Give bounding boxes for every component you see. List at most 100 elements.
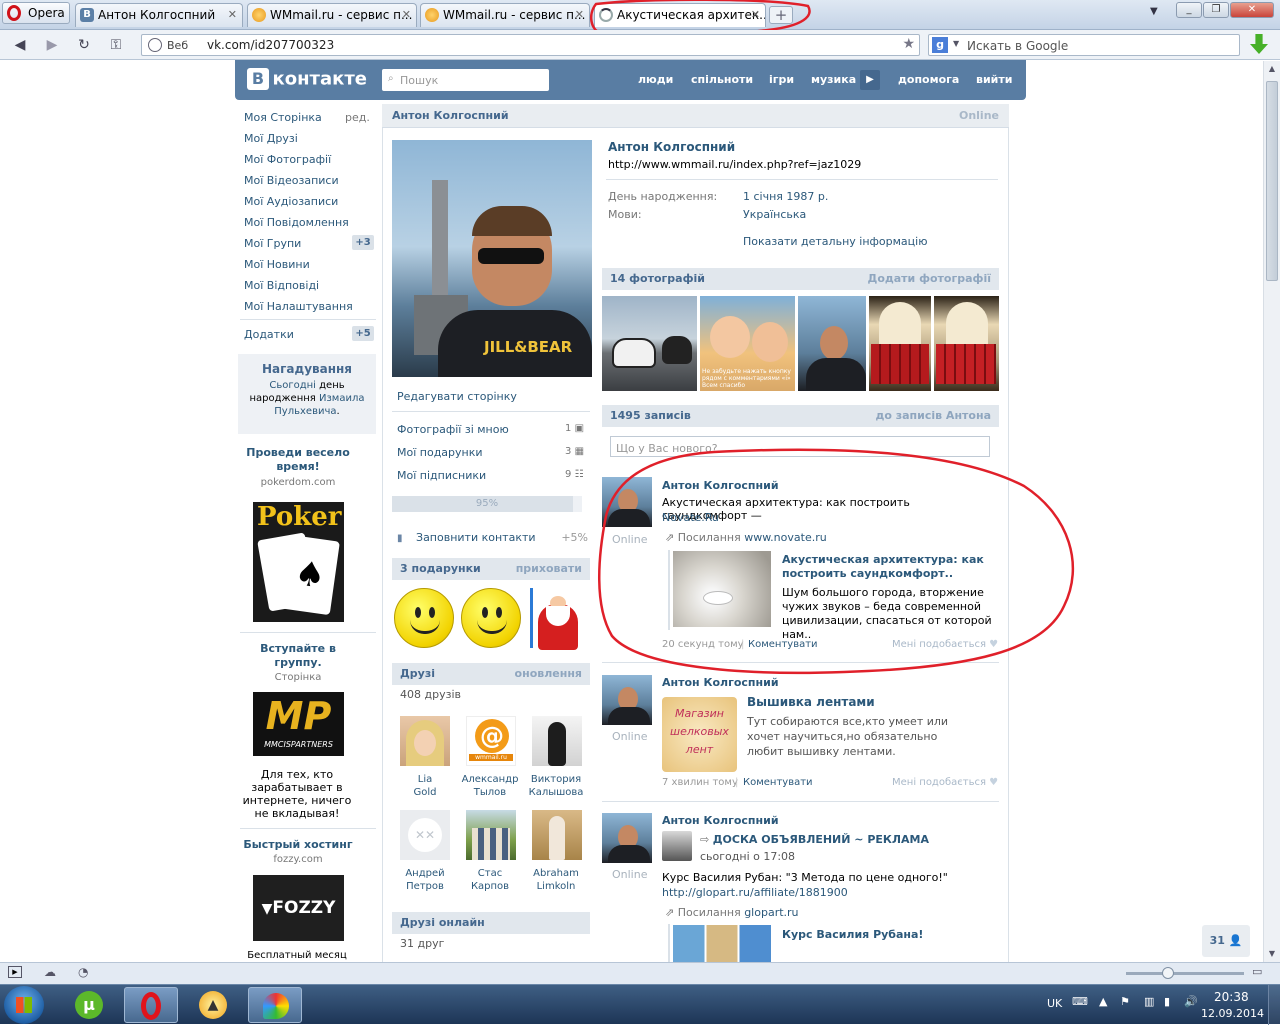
edit-page-link[interactable]: Редагувати сторінку <box>397 390 517 403</box>
friend-avatar[interactable] <box>400 716 450 766</box>
fill-contacts-row[interactable]: ▮ Заповнити контакти +5% <box>397 531 588 544</box>
vk-logo[interactable]: В контакте <box>247 68 367 92</box>
bookmark-star-icon[interactable]: ★ <box>902 36 915 52</box>
ad-title[interactable]: Проведи весело время! <box>238 446 358 474</box>
start-button[interactable] <box>4 986 44 1024</box>
my-gifts-link[interactable]: Мої подарунки <box>397 446 483 459</box>
poker-ad-image[interactable]: Poker ♠ <box>253 502 344 622</box>
paint-taskbar-icon[interactable] <box>248 987 302 1023</box>
online-friends-badge[interactable]: 31 👤 <box>1202 925 1250 957</box>
mp-ad-image[interactable]: MP MMCISPARTNERS <box>253 692 344 756</box>
sync-cloud-icon[interactable]: ☁ <box>44 965 56 979</box>
gifts-header[interactable]: 3 подарунки приховати <box>392 558 590 580</box>
forward-arrow-icon[interactable]: ▶ <box>42 36 62 54</box>
minimize-button[interactable]: _ <box>1176 2 1202 18</box>
birthday-person-link[interactable]: Пульхевича <box>274 406 336 417</box>
left-menu-item[interactable]: Моя Сторінка <box>244 111 322 124</box>
ad-title[interactable]: Вступайте в группу. <box>238 642 358 670</box>
menu-communities[interactable]: спільноти <box>691 73 753 86</box>
like-button[interactable]: Мені подобається ♥ <box>892 777 998 788</box>
photo-thumb[interactable] <box>602 296 697 391</box>
my-followers-link[interactable]: Мої підписники <box>397 469 486 482</box>
friend-name[interactable]: Lia Gold <box>390 773 460 799</box>
wall-header[interactable]: 1495 записів до записів Антона <box>602 405 999 427</box>
key-icon[interactable]: ⚿ <box>106 36 126 54</box>
menu-games[interactable]: ігри <box>769 73 794 86</box>
menu-people[interactable]: люди <box>638 73 673 86</box>
post-author[interactable]: Антон Колгоспний <box>662 814 779 827</box>
clock-time[interactable]: 20:38 <box>1214 990 1249 1004</box>
left-menu-item[interactable]: Мої Налаштування <box>244 300 353 313</box>
tab-1[interactable]: B Антон Колгоспний ✕ <box>75 3 243 27</box>
smiley-gift-icon[interactable] <box>394 588 454 648</box>
scroll-down-arrow-icon[interactable]: ▼ <box>1264 946 1280 962</box>
view-toggle-icon[interactable]: ▭ <box>1252 965 1262 978</box>
download-arrow-icon[interactable] <box>1250 34 1268 54</box>
to-posts-link[interactable]: до записів Антона <box>875 405 991 427</box>
zoom-thumb[interactable] <box>1162 967 1174 979</box>
group-image[interactable]: Магазин шелковых лент <box>662 697 737 772</box>
utorrent-taskbar-icon[interactable]: µ <box>62 987 116 1023</box>
friend-avatar[interactable] <box>532 810 582 860</box>
hide-gifts-link[interactable]: приховати <box>516 558 582 580</box>
link-card-image[interactable] <box>673 925 771 962</box>
left-menu-item[interactable]: Мої Друзі <box>244 132 298 145</box>
apps-count-badge[interactable]: +5 <box>352 326 374 341</box>
reload-icon[interactable]: ↻ <box>74 36 94 54</box>
online-friends-count[interactable]: 31 друг <box>400 937 444 950</box>
show-desktop-button[interactable] <box>1268 985 1280 1025</box>
search-field[interactable]: g ▼ Искать в Google <box>928 34 1240 56</box>
edit-link[interactable]: ред. <box>345 111 370 124</box>
opera-taskbar-icon[interactable] <box>124 987 178 1023</box>
vk-search-input[interactable]: ⌕ Пошук <box>382 69 549 91</box>
link-url[interactable]: glopart.ru <box>744 906 798 919</box>
scroll-thumb[interactable] <box>1266 81 1278 281</box>
friends-update-link[interactable]: оновлення <box>515 663 582 685</box>
photos-count[interactable]: 14 фотографій <box>610 272 705 285</box>
opera-menu-button[interactable]: Opera <box>2 2 70 24</box>
left-menu-item[interactable]: Мої Повідомлення <box>244 216 349 229</box>
friend-avatar[interactable]: @ wmmail.ru <box>466 716 516 766</box>
fill-contacts-link[interactable]: Заповнити контакти <box>416 531 536 544</box>
friend-avatar[interactable] <box>466 810 516 860</box>
post-time[interactable]: 7 хвилин тому <box>662 777 738 788</box>
ad-block-3[interactable]: Быстрый хостинг fozzy.com <box>238 838 358 865</box>
birthday-value[interactable]: 1 січня 1987 р. <box>743 190 828 203</box>
photos-with-me-link[interactable]: Фотографії зі мною <box>397 423 509 436</box>
close-window-button[interactable]: ✕ <box>1230 2 1274 18</box>
tab-close-icon[interactable]: ✕ <box>228 4 237 26</box>
left-menu-item[interactable]: Мої Новини <box>244 258 310 271</box>
photo-thumb[interactable] <box>934 296 999 391</box>
add-photos-link[interactable]: Додати фотографії <box>868 268 991 290</box>
friends-count[interactable]: 408 друзів <box>400 688 461 701</box>
post-text-link[interactable]: http://glopart.ru/affiliate/1881900 <box>662 886 848 899</box>
friend-avatar[interactable]: ✕✕ <box>400 810 450 860</box>
ad-block-2[interactable]: Вступайте в группу. Сторінка <box>238 642 358 683</box>
birthday-person-link[interactable]: Измаила <box>319 393 365 404</box>
left-menu-item[interactable]: Мої Фотографії <box>244 153 331 166</box>
friend-name[interactable]: Андрей Петров <box>390 867 460 893</box>
friends-title[interactable]: Друзі <box>400 667 435 680</box>
left-menu-item[interactable]: Мої Відповіді <box>244 279 319 292</box>
left-menu-item[interactable]: Мої Групи <box>244 237 301 250</box>
friend-name[interactable]: Abraham Limkoln <box>521 867 591 893</box>
network-icon[interactable]: ▥ <box>1144 995 1154 1008</box>
profile-status-text[interactable]: http://www.wmmail.ru/index.php?ref=jaz10… <box>608 158 861 171</box>
left-menu-item[interactable]: Додатки <box>244 328 294 341</box>
back-arrow-icon[interactable]: ◀ <box>10 36 30 54</box>
profile-photo[interactable]: JILL&BEAR <box>392 140 592 377</box>
languages-value[interactable]: Українська <box>743 208 806 221</box>
volume-icon[interactable]: 🔊 <box>1184 995 1198 1008</box>
tab-list-button[interactable]: ▼ <box>1150 6 1158 17</box>
power-icon[interactable]: ▮ <box>1164 995 1170 1008</box>
fozzy-ad-image[interactable]: ▼FOZZY <box>253 875 344 941</box>
photo-thumb[interactable] <box>798 296 866 391</box>
tab-2[interactable]: WMmail.ru - сервис п... ✕ <box>247 3 417 27</box>
flag-icon[interactable]: ⚑ <box>1120 995 1130 1008</box>
keyboard-icon[interactable]: ⌨ <box>1072 995 1088 1008</box>
posts-count[interactable]: 1495 записів <box>610 409 691 422</box>
groups-count-badge[interactable]: +3 <box>352 235 374 250</box>
today-link[interactable]: Сьогодні <box>269 380 316 391</box>
repost-title[interactable]: ДОСКА ОБЪЯВЛЕНИЙ ~ РЕКЛАМА <box>713 833 929 846</box>
online-friends-title[interactable]: Друзі онлайн <box>400 916 485 929</box>
